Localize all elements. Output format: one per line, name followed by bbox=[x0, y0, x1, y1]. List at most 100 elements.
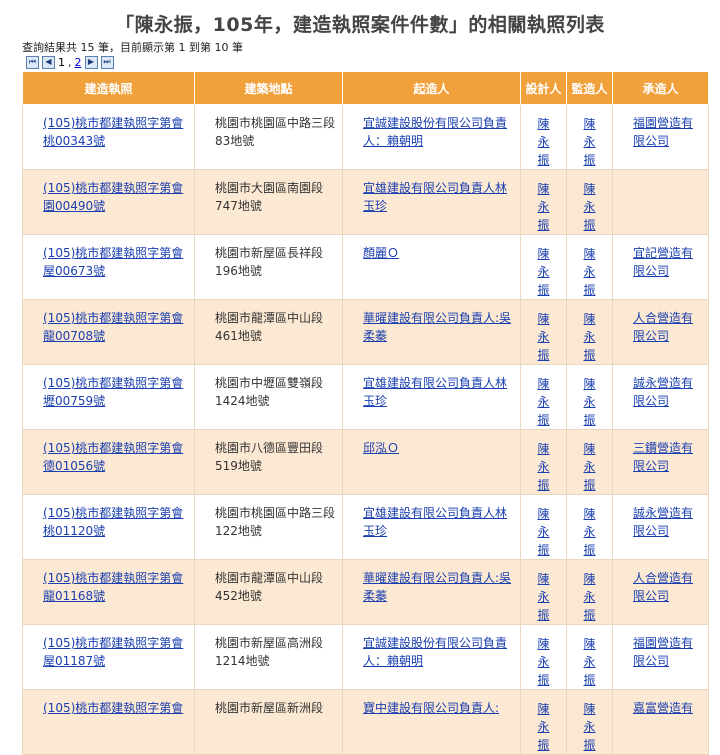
contractor-link[interactable]: 福園營造有限公司 bbox=[633, 116, 693, 148]
supervisor-link[interactable]: 陳永振 bbox=[583, 244, 597, 299]
supervisor-link[interactable]: 陳永振 bbox=[583, 114, 597, 169]
contractor-cell: 嘉富營造有 bbox=[612, 689, 709, 755]
address-cell: 桃園市新屋區新洲段 bbox=[215, 701, 324, 715]
page-link-2[interactable]: 2 bbox=[75, 56, 82, 69]
designer-link[interactable]: 陳永振 bbox=[537, 244, 551, 299]
owner-link[interactable]: 宜雄建設有限公司負責人林玉珍 bbox=[363, 506, 507, 538]
contractor-cell: 誠永營造有限公司 bbox=[612, 494, 709, 560]
address-cell: 桃園市龍潭區中山段461地號 bbox=[215, 311, 324, 343]
supervisor-link[interactable]: 陳永振 bbox=[583, 504, 597, 559]
supervisor-cell: 陳永振 bbox=[566, 234, 613, 300]
table-row: (105)桃市都建執照字第會屋00673號 桃園市新屋區長祥段196地號 顏麗Ｏ 陳永… bbox=[22, 234, 709, 300]
owner-link[interactable]: 寶中建設有限公司負責人: bbox=[363, 701, 499, 715]
next-page-icon[interactable]: ▶ bbox=[84, 55, 98, 69]
designer-link[interactable]: 陳永振 bbox=[537, 179, 551, 234]
table-row: (105)桃市都建執照字第會龍01168號 桃園市龍潭區中山段452地號 華曜建設有… bbox=[22, 559, 709, 625]
permit-cell: (105)桃市都建執照字第會屋00673號 bbox=[22, 234, 195, 300]
supervisor-cell: 陳永振 bbox=[566, 169, 613, 235]
page-link-current[interactable]: 1 bbox=[58, 56, 65, 69]
pager: ⏮ ◀ 1,2 ▶ ⏭ bbox=[26, 53, 720, 71]
table-row: (105)桃市都建執照字第會德01056號 桃園市八德區豐田段519地號 邱泓Ｏ 陳永… bbox=[22, 429, 709, 495]
table-row: (105)桃市都建執照字第會桃01120號 桃園市桃園區中路三段122地號 宜雄建設… bbox=[22, 494, 709, 560]
last-page-icon[interactable]: ⏭ bbox=[100, 55, 114, 69]
table-row: (105)桃市都建執照字第會龍00708號 桃園市龍潭區中山段461地號 華曜建設有… bbox=[22, 299, 709, 365]
supervisor-link[interactable]: 陳永振 bbox=[583, 439, 597, 494]
contractor-link[interactable]: 人合營造有限公司 bbox=[633, 311, 693, 343]
permit-link[interactable]: (105)桃市都建執照字第會 bbox=[43, 701, 183, 715]
owner-cell: 宜雄建設有限公司負責人林玉珍 bbox=[342, 169, 521, 235]
designer-link[interactable]: 陳永振 bbox=[537, 439, 551, 494]
permit-link[interactable]: (105)桃市都建執照字第會龍00708號 bbox=[43, 311, 183, 343]
owner-link[interactable]: 宜誠建設股份有限公司負責人：賴朝明 bbox=[363, 116, 507, 148]
designer-cell: 陳永振 bbox=[520, 364, 567, 430]
supervisor-link[interactable]: 陳永振 bbox=[583, 309, 597, 364]
pager-separator: , bbox=[68, 55, 72, 69]
table-header: 建造執照 建築地點 起造人 設計人 監造人 承造人 bbox=[22, 71, 709, 105]
supervisor-link[interactable]: 陳永振 bbox=[583, 699, 597, 754]
owner-cell: 華曜建設有限公司負責人:吳柔蓁 bbox=[342, 559, 521, 625]
permit-link[interactable]: (105)桃市都建執照字第會園00490號 bbox=[43, 181, 183, 213]
permit-cell: (105)桃市都建執照字第會德01056號 bbox=[22, 429, 195, 495]
designer-link[interactable]: 陳永振 bbox=[537, 114, 551, 169]
permit-cell: (105)桃市都建執照字第會 bbox=[22, 689, 195, 755]
owner-link[interactable]: 顏麗Ｏ bbox=[363, 246, 399, 260]
permit-link[interactable]: (105)桃市都建執照字第會壢00759號 bbox=[43, 376, 183, 408]
contractor-link[interactable]: 嘉富營造有 bbox=[633, 701, 693, 715]
supervisor-link[interactable]: 陳永振 bbox=[583, 374, 597, 429]
contractor-cell bbox=[612, 169, 709, 235]
supervisor-cell: 陳永振 bbox=[566, 689, 613, 755]
designer-link[interactable]: 陳永振 bbox=[537, 309, 551, 364]
result-summary: 查詢結果共 15 筆，目前顯示第 1 到第 10 筆 bbox=[22, 41, 243, 54]
supervisor-link[interactable]: 陳永振 bbox=[583, 569, 597, 624]
owner-cell: 邱泓Ｏ bbox=[342, 429, 521, 495]
designer-cell: 陳永振 bbox=[520, 559, 567, 625]
contractor-link[interactable]: 人合營造有限公司 bbox=[633, 571, 693, 603]
permit-cell: (105)桃市都建執照字第會桃00343號 bbox=[22, 104, 195, 170]
address-cell: 桃園市八德區豐田段519地號 bbox=[194, 429, 343, 495]
contractor-link[interactable]: 誠永營造有限公司 bbox=[633, 376, 693, 408]
permit-link[interactable]: (105)桃市都建執照字第會屋00673號 bbox=[43, 246, 183, 278]
owner-link[interactable]: 華曜建設有限公司負責人:吳柔蓁 bbox=[363, 571, 511, 603]
address-cell: 桃園市中壢區雙嶺段1424地號 bbox=[194, 364, 343, 430]
designer-link[interactable]: 陳永振 bbox=[537, 374, 551, 429]
address-cell: 桃園市桃園區中路三段83地號 bbox=[215, 116, 336, 148]
permit-link[interactable]: (105)桃市都建執照字第會屋01187號 bbox=[43, 636, 183, 668]
supervisor-cell: 陳永振 bbox=[566, 104, 613, 170]
designer-cell: 陳永振 bbox=[520, 234, 567, 300]
permit-link[interactable]: (105)桃市都建執照字第會德01056號 bbox=[43, 441, 183, 473]
owner-link[interactable]: 宜誠建設股份有限公司負責人：賴朝明 bbox=[363, 636, 507, 668]
owner-link[interactable]: 邱泓Ｏ bbox=[363, 441, 399, 455]
contractor-link[interactable]: 福園營造有限公司 bbox=[633, 636, 693, 668]
designer-link[interactable]: 陳永振 bbox=[537, 569, 551, 624]
owner-link[interactable]: 宜雄建設有限公司負責人林玉珍 bbox=[363, 181, 507, 213]
owner-link[interactable]: 宜雄建設有限公司負責人林玉珍 bbox=[363, 376, 507, 408]
designer-cell: 陳永振 bbox=[520, 299, 567, 365]
address-cell: 桃園市桃園區中路三段122地號 bbox=[194, 494, 343, 560]
permit-link[interactable]: (105)桃市都建執照字第會桃00343號 bbox=[43, 116, 183, 148]
contractor-link[interactable]: 誠永營造有限公司 bbox=[633, 506, 693, 538]
designer-link[interactable]: 陳永振 bbox=[537, 634, 551, 689]
contractor-link[interactable]: 宜記營造有限公司 bbox=[633, 246, 693, 278]
supervisor-link[interactable]: 陳永振 bbox=[583, 179, 597, 234]
address-cell: 桃園市龍潭區中山段461地號 bbox=[194, 299, 343, 365]
prev-page-icon[interactable]: ◀ bbox=[42, 55, 55, 69]
col-header-address: 建築地點 bbox=[194, 71, 343, 105]
address-cell: 桃園市新屋區新洲段 bbox=[194, 689, 343, 755]
permit-cell: (105)桃市都建執照字第會壢00759號 bbox=[22, 364, 195, 430]
permit-table: 建造執照 建築地點 起造人 設計人 監造人 承造人 (105)桃市都建執照字第會… bbox=[22, 71, 709, 755]
address-cell: 桃園市大園區南園段747地號 bbox=[194, 169, 343, 235]
designer-link[interactable]: 陳永振 bbox=[537, 699, 551, 754]
address-cell: 桃園市桃園區中路三段122地號 bbox=[215, 506, 336, 538]
table-row: (105)桃市都建執照字第會屋01187號 桃園市新屋區高洲段1214地號 宜誠建設… bbox=[22, 624, 709, 690]
owner-cell: 宜雄建設有限公司負責人林玉珍 bbox=[342, 494, 521, 560]
designer-cell: 陳永振 bbox=[520, 689, 567, 755]
permit-cell: (105)桃市都建執照字第會桃01120號 bbox=[22, 494, 195, 560]
permit-link[interactable]: (105)桃市都建執照字第會龍01168號 bbox=[43, 571, 183, 603]
permit-link[interactable]: (105)桃市都建執照字第會桃01120號 bbox=[43, 506, 183, 538]
contractor-link[interactable]: 三鑽營造有限公司 bbox=[633, 441, 693, 473]
address-cell: 桃園市桃園區中路三段83地號 bbox=[194, 104, 343, 170]
first-page-icon[interactable]: ⏮ bbox=[26, 55, 39, 69]
designer-link[interactable]: 陳永振 bbox=[537, 504, 551, 559]
owner-link[interactable]: 華曜建設有限公司負責人:吳柔蓁 bbox=[363, 311, 511, 343]
supervisor-link[interactable]: 陳永振 bbox=[583, 634, 597, 689]
